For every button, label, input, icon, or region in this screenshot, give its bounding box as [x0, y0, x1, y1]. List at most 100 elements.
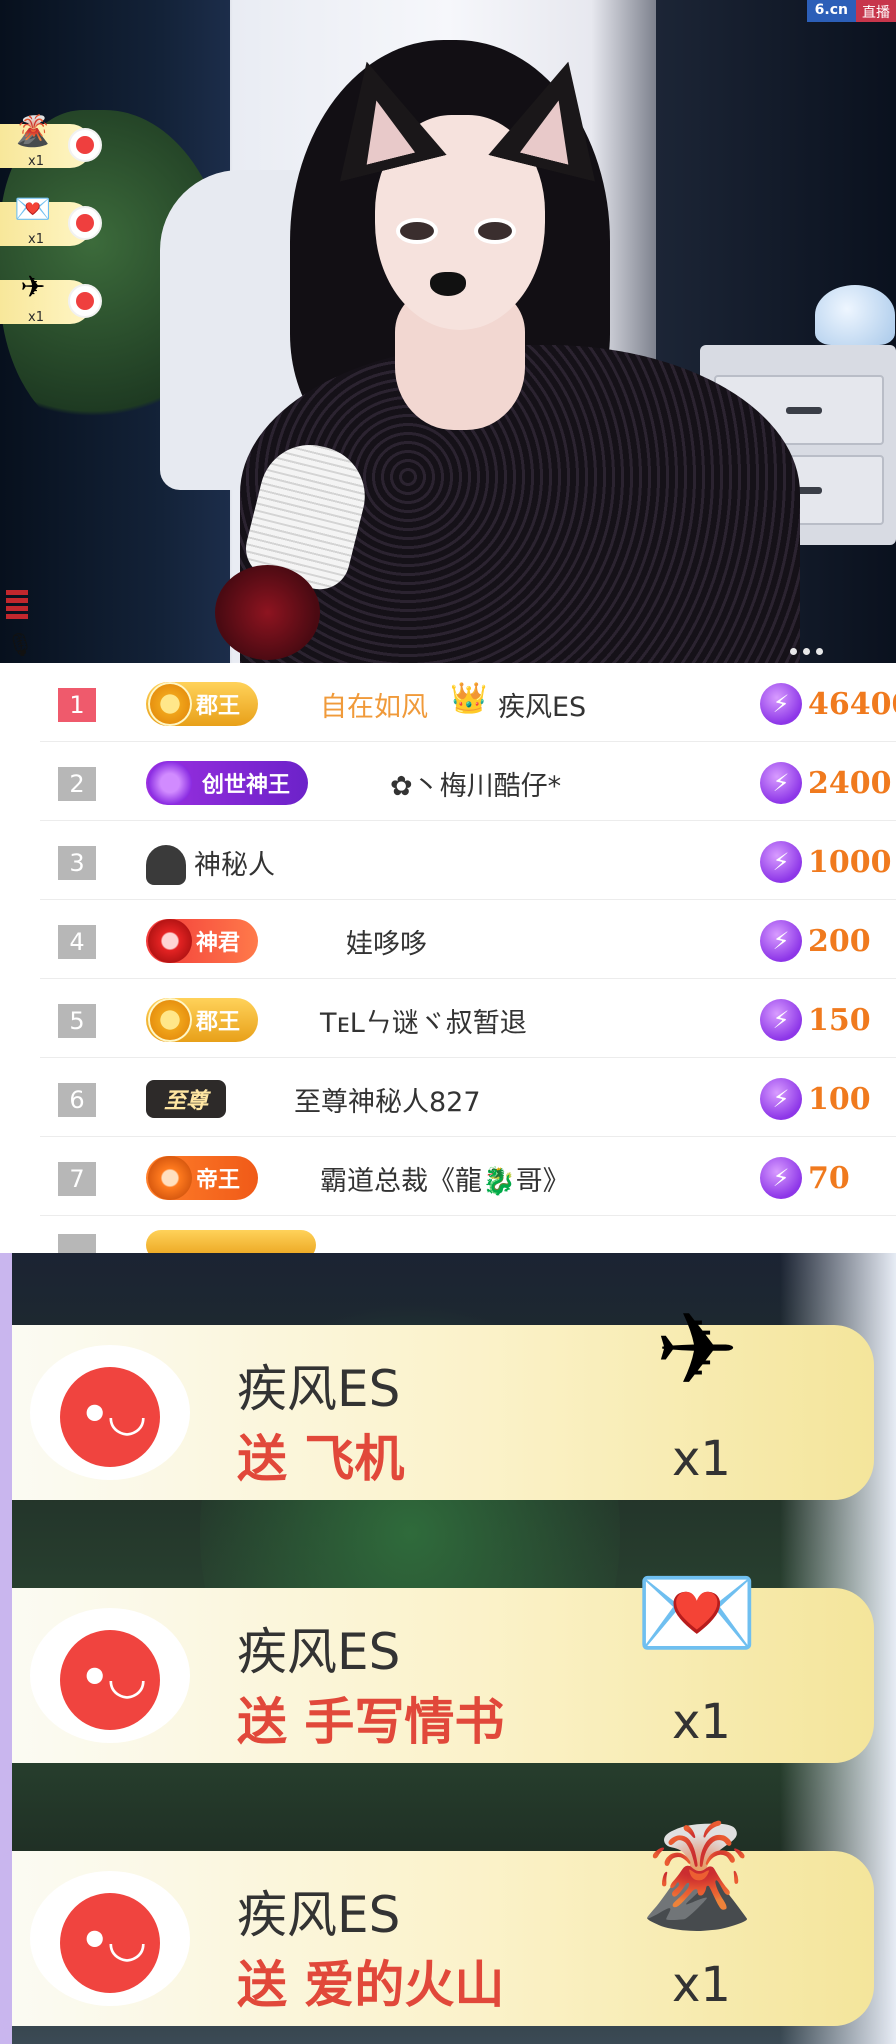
- rank-number: 5: [58, 1004, 96, 1038]
- lamp: [815, 285, 895, 345]
- gift-verb: 送: [237, 1693, 287, 1751]
- rose: [215, 565, 320, 660]
- rank-number: 3: [58, 846, 96, 880]
- score: ⚡ 200: [760, 920, 871, 962]
- rank-badge: 帝王: [146, 1156, 259, 1200]
- lightning-icon: ⚡: [760, 1157, 802, 1199]
- rank-row[interactable]: 1 郡王 自在如风 👑 疾风ES ⚡ 46400: [40, 663, 896, 742]
- rank-number: 7: [58, 1162, 96, 1196]
- gift-feed: •◡ 疾风ES 送 飞机 ✈ x1 •◡ 疾风ES 送 手写情书 💌 x1 •◡…: [0, 1253, 896, 2044]
- site-logo-text: 6.cn: [806, 0, 856, 22]
- love-letter-icon: 💌: [634, 1554, 760, 1671]
- gift-verb: 送: [237, 1956, 287, 2014]
- rank-row[interactable]: 2 创世神王 ✿丶梅川酷仔* ⚡ 2400: [40, 742, 896, 821]
- score-value: 46400: [808, 686, 896, 722]
- rank-badge: 郡王: [146, 682, 259, 726]
- microphone-icon[interactable]: 🎙: [6, 632, 34, 660]
- user-name-suffix: 疾风ES: [498, 692, 587, 723]
- lightning-icon: ⚡: [760, 841, 802, 883]
- rank-number: 6: [58, 1083, 96, 1117]
- rank-badge: 至尊: [146, 1080, 227, 1118]
- gift-sender: 疾风ES: [237, 1886, 401, 1944]
- gift-notification: •◡ 疾风ES 送 爱的火山 🌋 x1: [12, 1817, 874, 2026]
- gift-action: 送 爱的火山: [237, 1945, 504, 2017]
- badge-label: 郡王: [196, 1010, 241, 1035]
- user-name: 娃哆哆: [346, 929, 427, 960]
- mini-gift-0: 🌋 x1: [0, 112, 106, 172]
- crown-icon: 👑: [450, 681, 488, 716]
- volcano-icon: 🌋: [14, 114, 52, 149]
- score: ⚡ 150: [760, 999, 871, 1041]
- mystery-user-icon: [146, 845, 186, 885]
- gift-verb: 送: [237, 1430, 287, 1488]
- lightning-icon: ⚡: [760, 762, 802, 804]
- rank-row-partial: [40, 1216, 896, 1253]
- score: ⚡ 2400: [760, 762, 892, 804]
- gift-action: 送 飞机: [237, 1419, 404, 1491]
- score: ⚡ 1000: [760, 841, 892, 883]
- gift-name: 飞机: [304, 1430, 405, 1488]
- gift-sender: 疾风ES: [237, 1623, 401, 1681]
- rank-row[interactable]: 3 神秘人 ⚡ 1000: [40, 821, 896, 900]
- score: ⚡ 70: [760, 1157, 850, 1199]
- user-name: 霸道总裁《龍🐉哥》: [320, 1166, 570, 1197]
- rank-row[interactable]: 6 至尊 至尊神秘人827 ⚡ 100: [40, 1058, 896, 1137]
- rank-row[interactable]: 5 郡王 TᴇLㄣ谜ヾ叔暂退 ⚡ 150: [40, 979, 896, 1058]
- gift-qty: x1: [672, 1694, 731, 1750]
- rank-badge: [146, 1230, 316, 1253]
- badge-coin-icon: [148, 761, 192, 805]
- lightning-icon: ⚡: [760, 1078, 802, 1120]
- gift-sender: 疾风ES: [237, 1360, 401, 1418]
- mini-gift-2: ✈ x1: [0, 268, 106, 328]
- user-name: 神秘人: [194, 850, 275, 881]
- mini-gift-qty: x1: [28, 154, 44, 169]
- airplane-icon: ✈: [655, 1291, 739, 1408]
- airplane-icon: ✈: [20, 270, 46, 305]
- user-name: ✿丶梅川酷仔*: [390, 771, 562, 802]
- avatar: [68, 284, 102, 318]
- eye: [478, 222, 512, 240]
- score-value: 70: [808, 1160, 850, 1196]
- rank-row[interactable]: 4 神君 娃哆哆 ⚡ 200: [40, 900, 896, 979]
- site-logo[interactable]: 6.cn 直播: [806, 0, 896, 22]
- left-edge-bar: [0, 1253, 12, 2044]
- gift-action: 送 手写情书: [237, 1682, 504, 1754]
- score: ⚡ 46400: [760, 683, 896, 725]
- gift-qty: x1: [672, 1957, 731, 2013]
- score-value: 2400: [808, 765, 892, 801]
- badge-label: 帝王: [196, 1168, 241, 1193]
- gift-notification: •◡ 疾风ES 送 飞机 ✈ x1: [12, 1291, 874, 1500]
- badge-coin-icon: [148, 682, 192, 726]
- lightning-icon: ⚡: [760, 683, 802, 725]
- badge-coin-icon: [148, 919, 192, 963]
- score-value: 1000: [808, 844, 892, 880]
- live-tag: 直播: [856, 0, 896, 22]
- rank-row[interactable]: 7 帝王 霸道总裁《龍🐉哥》 ⚡ 70: [40, 1137, 896, 1216]
- score-value: 100: [808, 1081, 871, 1117]
- badge-label: 至尊: [164, 1089, 209, 1114]
- wink-face-icon: •◡: [80, 1387, 145, 1441]
- badge-label: 神君: [196, 931, 241, 956]
- badge-coin-icon: [148, 1156, 192, 1200]
- badge-label: 郡王: [196, 694, 241, 719]
- wink-face-icon: •◡: [80, 1913, 145, 1967]
- gift-name: 爱的火山: [304, 1956, 505, 2014]
- menu-stack-icon[interactable]: [6, 590, 28, 620]
- user-name: 自在如风: [320, 692, 428, 723]
- rank-badge: 创世神王: [146, 761, 309, 805]
- gift-qty: x1: [672, 1431, 731, 1487]
- lightning-icon: ⚡: [760, 920, 802, 962]
- lightning-icon: ⚡: [760, 999, 802, 1041]
- more-dots-icon[interactable]: [790, 648, 823, 655]
- rank-badge: 神君: [146, 919, 259, 963]
- score: ⚡ 100: [760, 1078, 871, 1120]
- mini-gift-1: 💌 x1: [0, 190, 106, 250]
- badge-coin-icon: [148, 998, 192, 1042]
- user-name: TᴇLㄣ谜ヾ叔暂退: [320, 1008, 527, 1039]
- live-video[interactable]: 6.cn 直播 🌋 x1 💌 x1 ✈ x1 🎙: [0, 0, 896, 663]
- rank-number: 4: [58, 925, 96, 959]
- gift-name: 手写情书: [304, 1693, 505, 1751]
- volcano-icon: 🌋: [634, 1817, 760, 1934]
- avatar: [68, 128, 102, 162]
- rank-number: [58, 1234, 96, 1253]
